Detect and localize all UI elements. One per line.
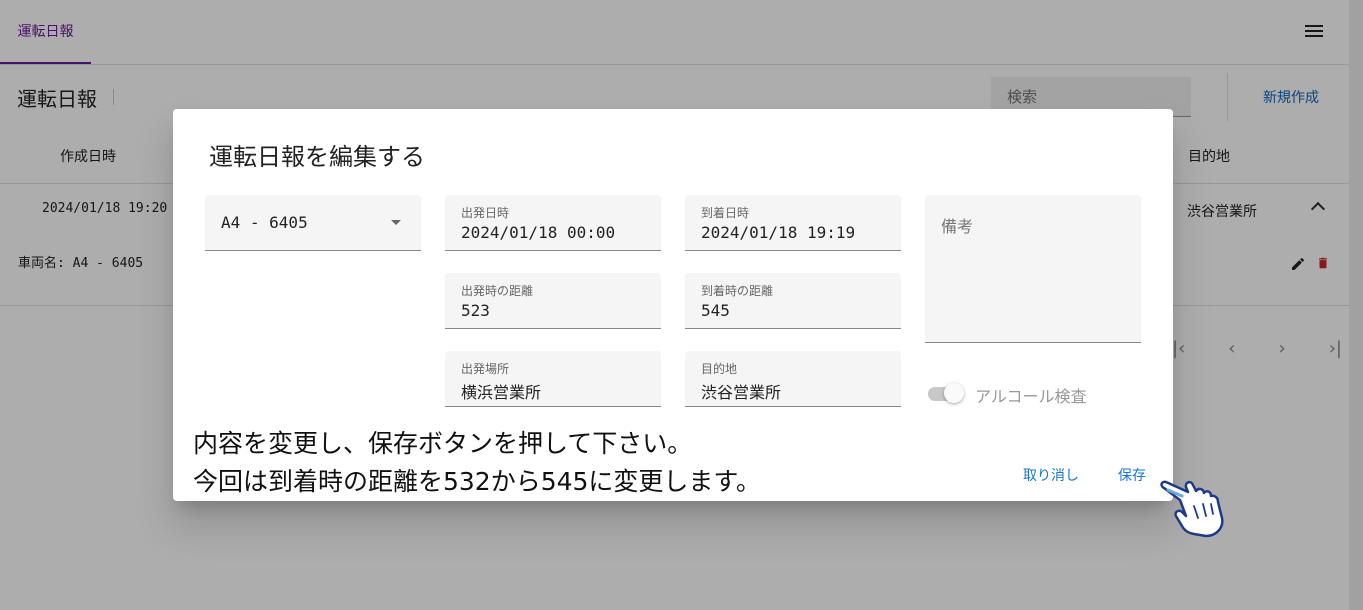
- field-label: 出発時の距離: [461, 284, 534, 298]
- field-label: 出発場所: [461, 362, 510, 376]
- field-value: 523: [461, 301, 490, 320]
- save-button[interactable]: 保存: [1118, 465, 1146, 485]
- departure-place-field[interactable]: 出発場所 横浜営業所: [445, 351, 661, 407]
- pointing-hand-icon: [1160, 480, 1224, 538]
- notes-placeholder: 備考: [941, 217, 974, 236]
- field-label: 出発日時: [461, 206, 510, 220]
- field-label: 到着日時: [701, 206, 750, 220]
- field-value: 2024/01/18 00:00: [461, 223, 616, 242]
- edit-report-dialog: 運転日報を編集する A4 - 6405 出発日時 2024/01/18 00:0…: [173, 109, 1173, 501]
- field-value: 2024/01/18 19:19: [701, 223, 856, 242]
- alcohol-check-toggle[interactable]: [926, 383, 966, 403]
- vehicle-select-value: A4 - 6405: [221, 213, 308, 232]
- departure-distance-field[interactable]: 出発時の距離 523: [445, 273, 661, 329]
- field-label: 目的地: [701, 362, 738, 376]
- notes-textarea[interactable]: 備考: [925, 195, 1141, 343]
- toggle-thumb: [944, 383, 964, 403]
- instruction-caption: 内容を変更し、保存ボタンを押して下さい。 今回は到着時の距離を532から545に…: [193, 425, 761, 501]
- cancel-button[interactable]: 取り消し: [1023, 465, 1079, 485]
- destination-field[interactable]: 目的地 渋谷営業所: [685, 351, 901, 407]
- vehicle-select[interactable]: A4 - 6405: [205, 195, 421, 251]
- field-value: 545: [701, 301, 730, 320]
- instruction-line-1: 内容を変更し、保存ボタンを押して下さい。: [193, 429, 693, 458]
- dialog-title: 運転日報を編集する: [209, 143, 425, 171]
- departure-time-field[interactable]: 出発日時 2024/01/18 00:00: [445, 195, 661, 251]
- arrival-time-field[interactable]: 到着日時 2024/01/18 19:19: [685, 195, 901, 251]
- dropdown-caret-icon: [391, 220, 401, 225]
- field-value: 横浜営業所: [461, 383, 542, 402]
- instruction-line-2: 今回は到着時の距離を532から545に変更します。: [193, 467, 761, 496]
- field-label: 到着時の距離: [701, 284, 774, 298]
- field-value: 渋谷営業所: [701, 383, 782, 402]
- arrival-distance-field[interactable]: 到着時の距離 545: [685, 273, 901, 329]
- alcohol-check-label: アルコール検査: [975, 387, 1087, 406]
